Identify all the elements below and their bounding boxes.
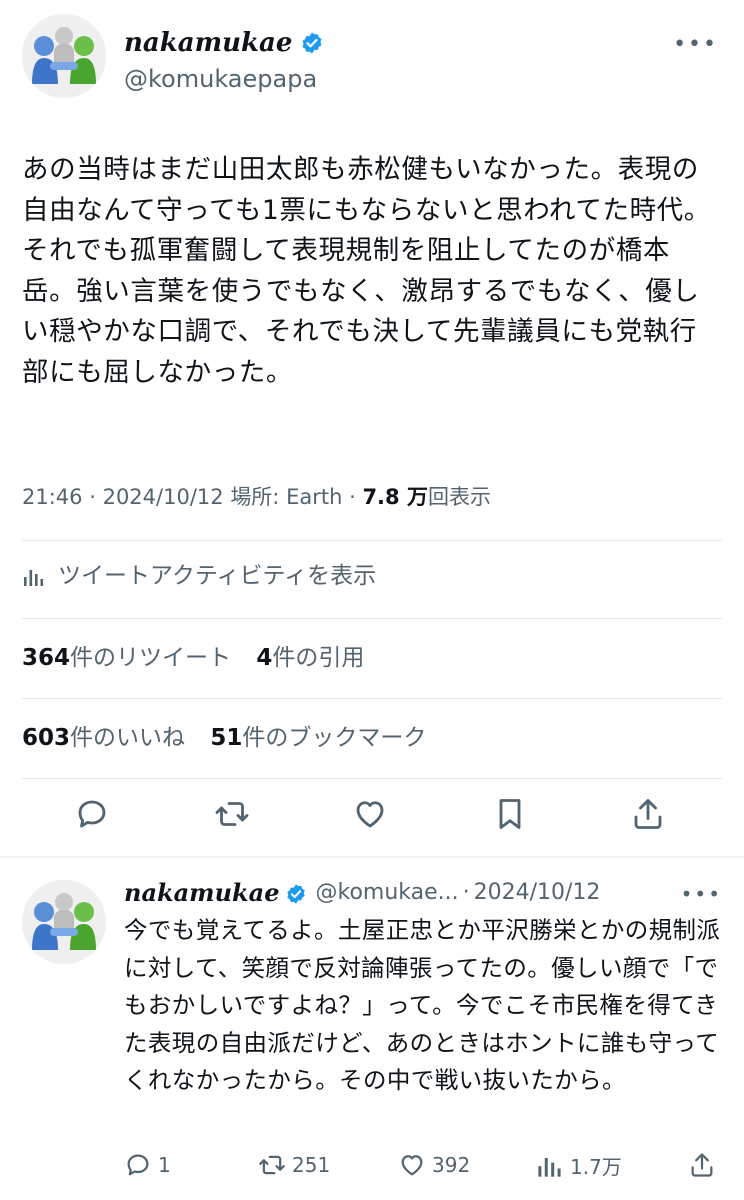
share-icon	[634, 799, 662, 829]
views-label: 回表示	[427, 485, 491, 509]
tweet-action-bar	[74, 796, 674, 840]
reply-handle[interactable]: @komukae...	[315, 876, 458, 910]
likes-count: 603	[22, 725, 71, 751]
likes-label: 件のいいね	[70, 725, 186, 751]
reply-views-count: 1.7万	[570, 1154, 622, 1179]
reply-text: 今でも覚えてるよ。土屋正忠とか平沢勝栄とかの規制派に対して、笑顔で反対論陣張って…	[124, 916, 721, 1094]
author-handle[interactable]: @komukaepapa	[124, 64, 324, 94]
reply-button[interactable]	[74, 796, 114, 836]
reply-replies-count: 1	[158, 1153, 171, 1177]
reply-likes-count: 392	[432, 1153, 471, 1177]
reply-icon	[127, 1154, 149, 1176]
tweet-location: 場所: Earth	[230, 485, 343, 509]
heart-icon	[401, 1155, 423, 1176]
divider	[22, 698, 722, 699]
likes-link[interactable]: 603件のいいね	[22, 725, 203, 751]
quotes-link[interactable]: 4件の引用	[256, 645, 382, 671]
reply-reply-button[interactable]: 1	[124, 1148, 171, 1182]
tweet-meta: 21:46 · 2024/10/12 場所: Earth · 7.8 万回表示	[22, 485, 491, 509]
reply-retweet-button[interactable]: 251	[258, 1148, 330, 1182]
section-divider	[0, 856, 744, 858]
share-icon	[691, 1153, 713, 1177]
author-avatar[interactable]	[22, 14, 106, 98]
retweets-link[interactable]: 364件のリツイート	[22, 645, 249, 671]
reply-display-name[interactable]: nakamukae	[124, 878, 279, 908]
author-display-name[interactable]: nakamukae	[124, 28, 292, 58]
more-horizontal-icon[interactable]: •••	[673, 32, 718, 57]
heart-icon	[356, 801, 384, 828]
quotes-count: 4	[256, 645, 273, 671]
reply-views-button[interactable]: 1.7万	[536, 1148, 622, 1182]
retweets-label: 件のリツイート	[70, 645, 232, 671]
verified-badge-icon	[285, 882, 307, 904]
bookmark-button[interactable]	[492, 796, 532, 836]
reply-separator: ·	[462, 880, 470, 905]
reply-author-avatar[interactable]	[22, 880, 106, 964]
like-button[interactable]	[352, 796, 392, 836]
reply-action-bar: 1 251 392 1.7万	[124, 1148, 724, 1182]
retweet-button[interactable]	[214, 796, 254, 836]
verified-badge-icon	[300, 31, 324, 55]
share-button[interactable]	[630, 796, 670, 836]
reply-icon	[78, 800, 106, 828]
reply-retweets-count: 251	[292, 1153, 331, 1177]
more-horizontal-icon[interactable]: •••	[681, 882, 722, 906]
divider	[22, 540, 722, 541]
views-count: 7.8 万	[362, 485, 428, 509]
reply-like-button[interactable]: 392	[398, 1148, 470, 1182]
quotes-label: 件の引用	[272, 645, 365, 671]
analytics-icon	[24, 570, 44, 586]
retweet-icon	[259, 1155, 285, 1175]
tweet-date[interactable]: 2024/10/12	[103, 485, 224, 509]
retweet-stats: 364件のリツイート 4件の引用	[22, 642, 382, 674]
tweet-text: あの当時はまだ山田太郎も赤松健もいなかった。表現の自由なんて守っても1票にもなら…	[22, 154, 711, 388]
bookmarks-count: 51	[210, 725, 243, 751]
bookmarks-label: 件のブックマーク	[242, 725, 427, 751]
activity-label: ツイートアクティビティを表示	[58, 563, 377, 589]
divider	[22, 778, 722, 779]
main-tweet-header: nakamukae @komukaepapa •••	[22, 14, 722, 104]
analytics-icon	[538, 1158, 561, 1177]
reply-date[interactable]: 2024/10/12	[474, 876, 601, 910]
view-activity-link[interactable]: ツイートアクティビティを表示	[22, 560, 376, 592]
reply-share-button[interactable]	[688, 1148, 722, 1182]
bookmark-icon	[499, 799, 521, 829]
divider	[22, 618, 722, 619]
tweet-time[interactable]: 21:46	[22, 485, 83, 509]
retweet-icon	[215, 802, 249, 826]
author-block: nakamukae @komukaepapa	[124, 28, 324, 94]
like-stats: 603件のいいね 51件のブックマーク	[22, 722, 444, 754]
retweets-count: 364	[22, 645, 71, 671]
bookmarks-link[interactable]: 51件のブックマーク	[210, 725, 444, 751]
reply-header: nakamukae @komukae... · 2024/10/12	[124, 876, 600, 910]
